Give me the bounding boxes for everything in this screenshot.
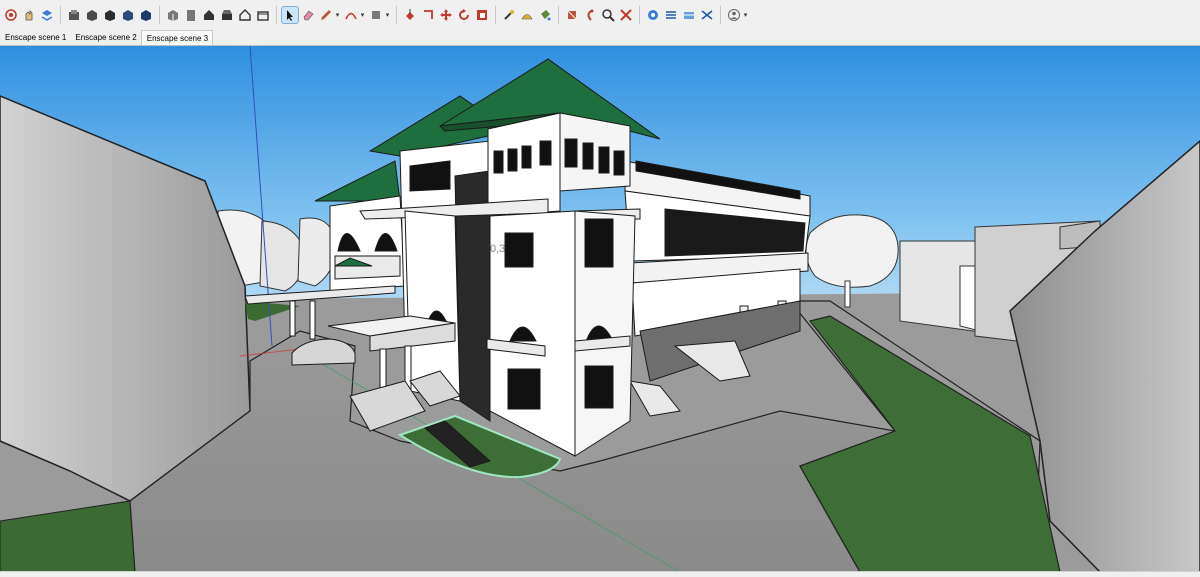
protractor-icon[interactable] [519,7,535,23]
status-bar [0,571,1200,577]
rotate-icon[interactable] [456,7,472,23]
iso-view-icon[interactable] [165,7,181,23]
toolbar-separator [159,6,160,24]
chevron-down-icon[interactable]: ▾ [335,7,340,23]
pan-icon[interactable] [21,7,37,23]
offset-icon[interactable] [420,7,436,23]
left-view-icon[interactable] [255,7,271,23]
box-xray-icon[interactable] [138,7,154,23]
user-account-icon[interactable] [726,7,742,23]
toolbar-separator [396,6,397,24]
enscape-settings-icon[interactable] [699,7,715,23]
toolbar-separator [276,6,277,24]
toolbar-separator [720,6,721,24]
zoom-extents-icon[interactable] [618,7,634,23]
front-view-icon[interactable] [201,7,217,23]
toolbar-separator [60,6,61,24]
arc-icon[interactable] [343,7,359,23]
box-textured-icon[interactable] [102,7,118,23]
pencil-icon[interactable] [318,7,334,23]
viewport-canvas[interactable]: 0,3 [0,46,1200,572]
scene-tab-3[interactable]: Enscape scene 3 [140,30,214,45]
orbit-icon[interactable] [3,7,19,23]
scene-tabs: Enscape scene 1 Enscape scene 2 Enscape … [0,30,214,45]
tape-measure-icon[interactable] [501,7,517,23]
measurement-readout: 0,3 [490,243,505,255]
zoom-icon[interactable] [600,7,616,23]
push-pull-icon[interactable] [402,7,418,23]
model-viewport[interactable]: 0,3 [0,45,1200,572]
scene-tab-2[interactable]: Enscape scene 2 [70,30,140,44]
walk-icon[interactable] [582,7,598,23]
select-arrow-icon[interactable] [281,6,299,24]
move-icon[interactable] [438,7,454,23]
back-view-icon[interactable] [237,7,253,23]
toolbar: ▾ ▾ ▾ ▾ [0,0,1200,30]
toolbar-separator [495,6,496,24]
chevron-down-icon[interactable]: ▾ [360,7,365,23]
toolbar-separator [558,6,559,24]
scale-icon[interactable] [474,7,490,23]
enscape-start-icon[interactable] [645,7,661,23]
scene-tab-1[interactable]: Enscape scene 1 [0,30,70,44]
enscape-sync-icon[interactable] [663,7,679,23]
box-monochrome-icon[interactable] [120,7,136,23]
eraser-icon[interactable] [300,7,316,23]
rectangle-icon[interactable] [368,7,384,23]
section-plane-icon[interactable] [564,7,580,23]
component-icon[interactable] [66,7,82,23]
layers-icon[interactable] [39,7,55,23]
right-view-icon[interactable] [219,7,235,23]
chevron-down-icon[interactable]: ▾ [385,7,390,23]
top-view-icon[interactable] [183,7,199,23]
toolbar-separator [639,6,640,24]
enscape-views-icon[interactable] [681,7,697,23]
chevron-down-icon[interactable]: ▾ [743,7,748,23]
paint-bucket-icon[interactable] [537,7,553,23]
box-shaded-icon[interactable] [84,7,100,23]
